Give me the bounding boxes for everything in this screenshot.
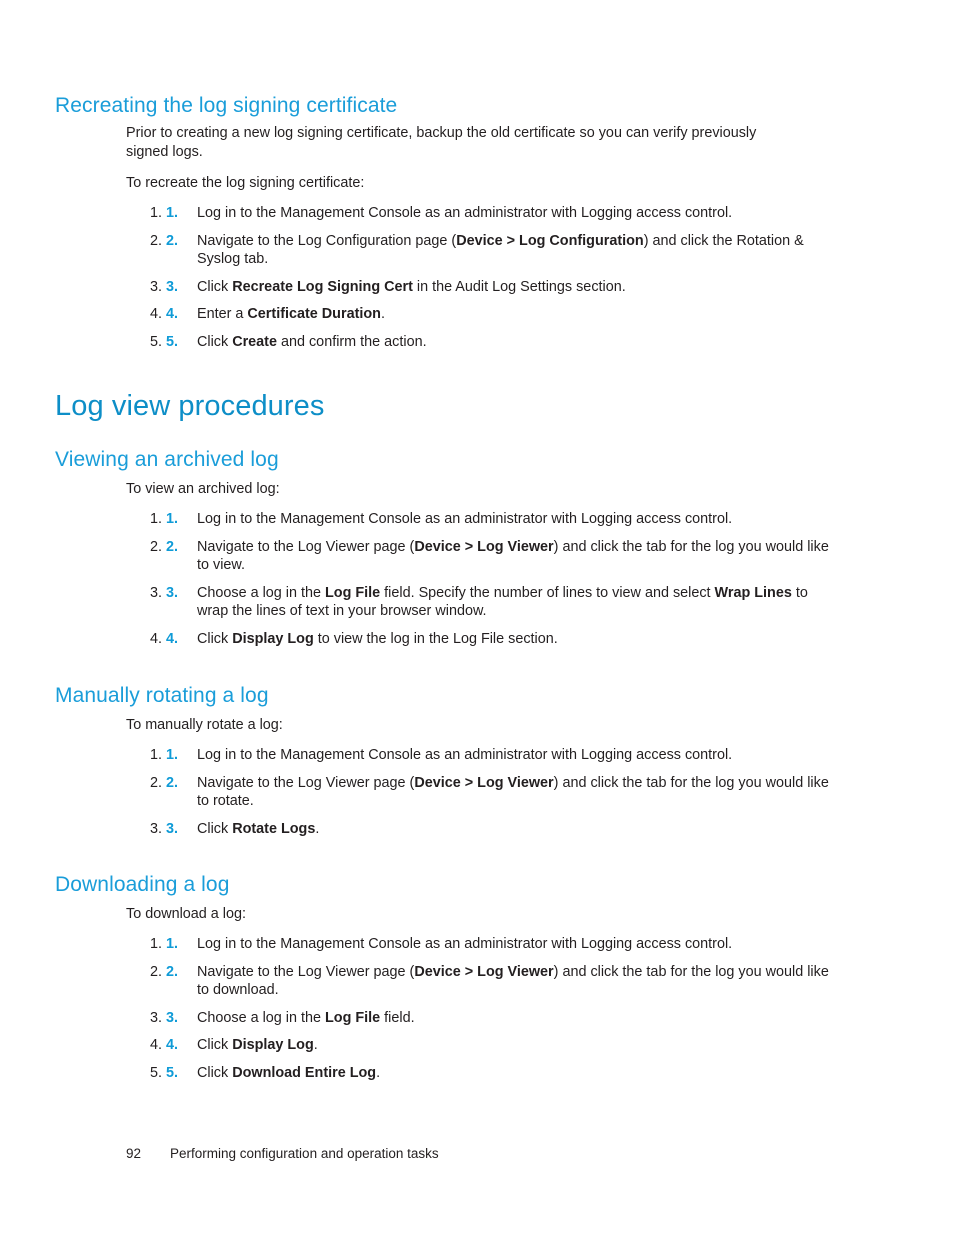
list-item: 2. Navigate to the Log Viewer page (Devi…	[166, 774, 838, 811]
heading-downloading-a-log: Downloading a log	[55, 873, 230, 897]
list-item-text: Log in to the Management Console as an a…	[197, 205, 733, 221]
list-item-number: 2.	[166, 538, 179, 555]
list-item: 3. Choose a log in the Log File field. S…	[166, 584, 838, 621]
list-item-number: 4.	[166, 630, 179, 647]
list-item-number: 3.	[166, 584, 179, 601]
list-item: 1. Log in to the Management Console as a…	[166, 935, 838, 954]
list-item: 5. Click Create and confirm the action.	[166, 333, 838, 352]
list-item: 5. Click Download Entire Log.	[166, 1064, 838, 1083]
steps-list-recreating: 1. Log in to the Management Console as a…	[126, 204, 838, 351]
list-item: 3. Click Recreate Log Signing Cert in th…	[166, 278, 838, 297]
list-item-text: Click Display Log.	[197, 1037, 318, 1053]
document-page: Recreating the log signing certificate P…	[0, 0, 954, 1235]
list-item-text: Log in to the Management Console as an a…	[197, 747, 733, 763]
paragraph-rotating-lead-in: To manually rotate a log:	[126, 717, 283, 734]
list-item-number: 2.	[166, 774, 179, 791]
steps-list-rotating: 1. Log in to the Management Console as a…	[126, 746, 838, 838]
list-item-text: Navigate to the Log Viewer page (Device …	[197, 774, 829, 810]
list-item: 1. Log in to the Management Console as a…	[166, 746, 838, 765]
list-item-text: Navigate to the Log Viewer page (Device …	[197, 538, 829, 574]
list-item-number: 3.	[166, 820, 179, 837]
list-item-text: Click Rotate Logs.	[197, 820, 320, 837]
list-item: 3. Choose a log in the Log File field.	[166, 1009, 838, 1028]
list-item-number: 1.	[166, 205, 179, 221]
list-item-number: 4.	[166, 1037, 179, 1053]
page-number: 92	[126, 1146, 142, 1161]
list-item-text: Click Download Entire Log.	[197, 1064, 381, 1081]
list-item-text: Choose a log in the Log File field.	[197, 1009, 415, 1026]
list-item: 1. Log in to the Management Console as a…	[166, 204, 838, 223]
list-item-text: Click Recreate Log Signing Cert in the A…	[197, 278, 626, 295]
heading-recreating-the-log-signing-certificate: Recreating the log signing certificate	[55, 94, 398, 118]
heading-manually-rotating-a-log: Manually rotating a log	[55, 684, 269, 708]
list-item: 4. Click Display Log to view the log in …	[166, 630, 838, 649]
list-item: 4. Enter a Certificate Duration.	[166, 305, 838, 324]
footer-chapter-title: Performing configuration and operation t…	[170, 1146, 439, 1161]
heading-viewing-an-archived-log: Viewing an archived log	[55, 448, 279, 472]
list-item-text: Click Display Log to view the log in the…	[197, 630, 558, 647]
list-item-text: Enter a Certificate Duration.	[197, 306, 385, 322]
list-item-number: 5.	[166, 1064, 179, 1081]
paragraph-viewing-lead-in: To view an archived log:	[126, 481, 280, 498]
steps-list-downloading: 1. Log in to the Management Console as a…	[126, 935, 838, 1082]
list-item: 2. Navigate to the Log Configuration pag…	[166, 232, 838, 269]
list-item: 1. Log in to the Management Console as a…	[166, 510, 838, 529]
list-item-number: 5.	[166, 333, 179, 350]
list-item-number: 1.	[166, 511, 179, 527]
list-item: 2. Navigate to the Log Viewer page (Devi…	[166, 963, 838, 1000]
list-item-number: 2.	[166, 232, 179, 249]
list-item-text: Navigate to the Log Viewer page (Device …	[197, 963, 829, 999]
paragraph-downloading-lead-in: To download a log:	[126, 906, 247, 923]
paragraph-recreating-intro: Prior to creating a new log signing cert…	[126, 125, 757, 160]
list-item-number: 2.	[166, 963, 179, 980]
list-item-text: Click Create and confirm the action.	[197, 333, 427, 350]
heading-log-view-procedures: Log view procedures	[55, 390, 325, 423]
list-item-number: 1.	[166, 936, 179, 952]
list-item-number: 3.	[166, 1009, 179, 1026]
steps-list-viewing: 1. Log in to the Management Console as a…	[126, 510, 838, 648]
list-item-text: Navigate to the Log Configuration page (…	[197, 232, 804, 268]
page-footer: 92 Performing configuration and operatio…	[126, 1145, 826, 1163]
list-item-number: 4.	[166, 306, 179, 322]
list-item-text: Log in to the Management Console as an a…	[197, 511, 733, 527]
list-item: 2. Navigate to the Log Viewer page (Devi…	[166, 538, 838, 575]
list-item-number: 3.	[166, 278, 179, 295]
list-item-number: 1.	[166, 747, 179, 763]
list-item: 4. Click Display Log.	[166, 1036, 838, 1055]
list-item-text: Choose a log in the Log File field. Spec…	[197, 584, 808, 620]
list-item-text: Log in to the Management Console as an a…	[197, 936, 733, 952]
paragraph-recreating-lead-in: To recreate the log signing certificate:	[126, 175, 365, 192]
list-item: 3. Click Rotate Logs.	[166, 820, 838, 839]
